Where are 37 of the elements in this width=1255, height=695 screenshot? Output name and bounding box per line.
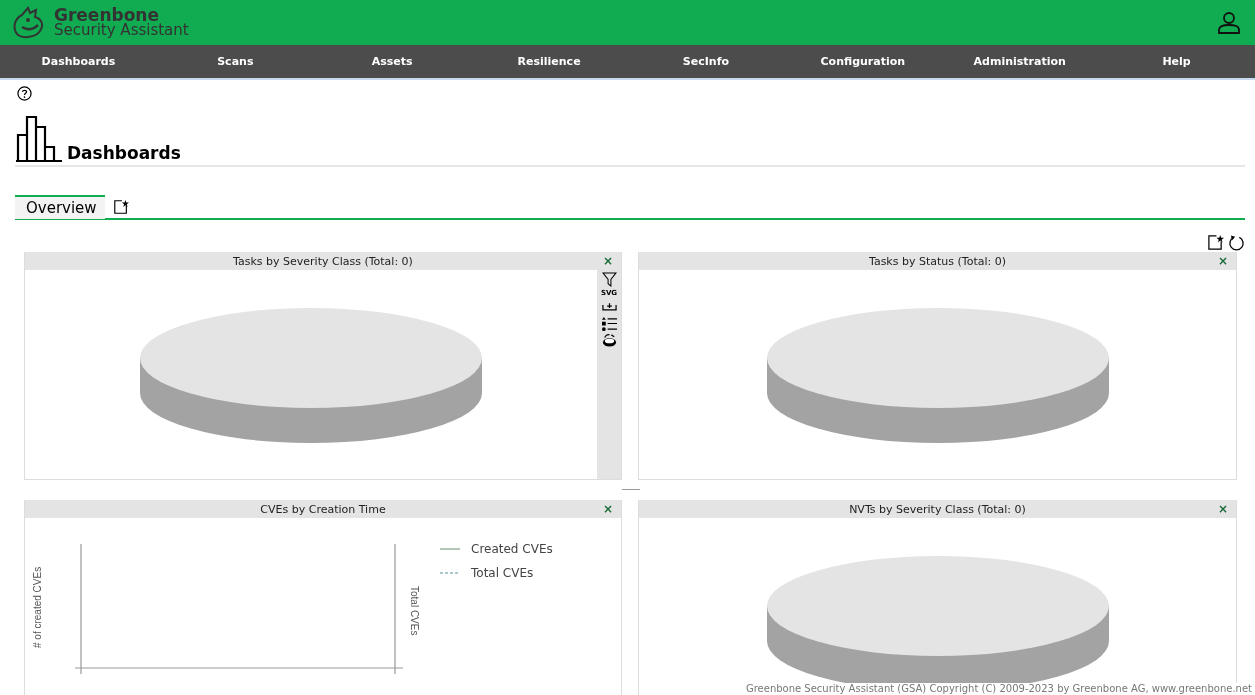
filter-icon[interactable] <box>601 272 617 287</box>
bar-chart-icon <box>15 115 63 163</box>
nav-item[interactable]: Configuration <box>784 45 942 78</box>
page-title: Dashboards <box>67 143 181 163</box>
new-dashboard-icon[interactable] <box>1207 234 1224 251</box>
close-button[interactable]: × <box>1217 502 1228 516</box>
nav-item[interactable]: Resilience <box>470 45 628 78</box>
legend-list-icon[interactable] <box>601 316 617 331</box>
add-tab-icon[interactable] <box>112 198 129 215</box>
legend-line-icon <box>440 547 460 551</box>
reset-icon[interactable] <box>1228 234 1245 251</box>
close-button[interactable]: × <box>602 502 613 516</box>
axis-label: Total CVEs <box>409 586 420 638</box>
close-button[interactable]: × <box>602 254 613 268</box>
pie-3d-icon[interactable] <box>601 333 617 348</box>
legend-line-icon <box>440 571 460 575</box>
nav-item[interactable]: Help <box>1098 45 1255 78</box>
legend-label: Created CVEs <box>471 542 553 556</box>
copyright-text: Greenbone Security Assistant (GSA) Copyright (C) 2009-2023 by Greenbone AG, www.greenbone.net <box>745 683 1252 695</box>
panel-title: Tasks by Severity Class (Total: 0) <box>233 254 413 268</box>
logo-subtitle: Security Assistant <box>54 22 189 38</box>
nav-item[interactable]: SecInfo <box>627 45 785 78</box>
panel-title: Tasks by Status (Total: 0) <box>869 254 1006 268</box>
legend-label: Total CVEs <box>471 566 534 580</box>
close-button[interactable]: × <box>1217 254 1228 268</box>
nav-item[interactable]: Scans <box>156 45 314 78</box>
logo-title: Greenbone <box>54 7 159 23</box>
panel-title: NVTs by Severity Class (Total: 0) <box>849 502 1026 516</box>
help-icon[interactable] <box>17 86 32 101</box>
axis-label: # of created CVEs <box>30 565 44 650</box>
tab[interactable]: Overview <box>15 194 105 219</box>
nav-item[interactable]: Dashboards <box>0 45 157 78</box>
nav-item[interactable]: Administration <box>941 45 1099 78</box>
resize-handle[interactable] <box>622 489 640 490</box>
panel-title: CVEs by Creation Time <box>260 502 386 516</box>
nav-item[interactable]: Assets <box>313 45 471 78</box>
user-icon[interactable] <box>1217 10 1241 35</box>
